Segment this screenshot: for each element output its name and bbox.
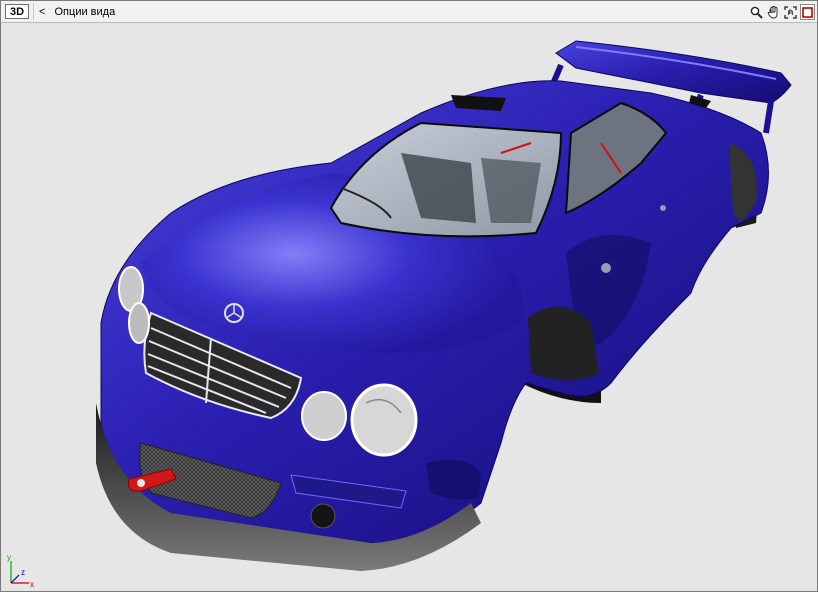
fit-view-button[interactable] bbox=[783, 4, 798, 20]
maximize-icon bbox=[802, 6, 813, 18]
pan-button[interactable] bbox=[766, 4, 781, 20]
3d-mode-button[interactable]: 3D bbox=[5, 4, 29, 19]
axis-x-label: x bbox=[30, 580, 34, 589]
right-headlight-outer bbox=[350, 383, 418, 457]
3d-viewport[interactable]: y z x bbox=[1, 23, 817, 591]
fit-view-icon bbox=[784, 5, 797, 19]
axis-y-label: y bbox=[7, 553, 11, 562]
axis-tripod-icon: y z x bbox=[7, 553, 34, 589]
toolbar-separator bbox=[33, 3, 34, 20]
zoom-icon bbox=[750, 6, 763, 19]
car-model bbox=[96, 40, 792, 571]
right-headlight-inner bbox=[301, 391, 347, 441]
view-options-menu[interactable]: < Опции вида bbox=[39, 4, 115, 20]
left-headlight-inner bbox=[128, 302, 150, 344]
view-options-label: Опции вида bbox=[54, 6, 116, 18]
view-tools bbox=[749, 4, 815, 20]
maximize-button[interactable] bbox=[800, 4, 815, 20]
chevron-left-icon: < bbox=[39, 6, 46, 18]
viewport-window: 3D < Опции вида y z x bbox=[0, 0, 818, 592]
viewport-toolbar: 3D < Опции вида bbox=[1, 1, 817, 23]
axis-z-label: z bbox=[21, 568, 25, 577]
pan-hand-icon bbox=[767, 5, 778, 18]
zoom-button[interactable] bbox=[749, 4, 764, 20]
